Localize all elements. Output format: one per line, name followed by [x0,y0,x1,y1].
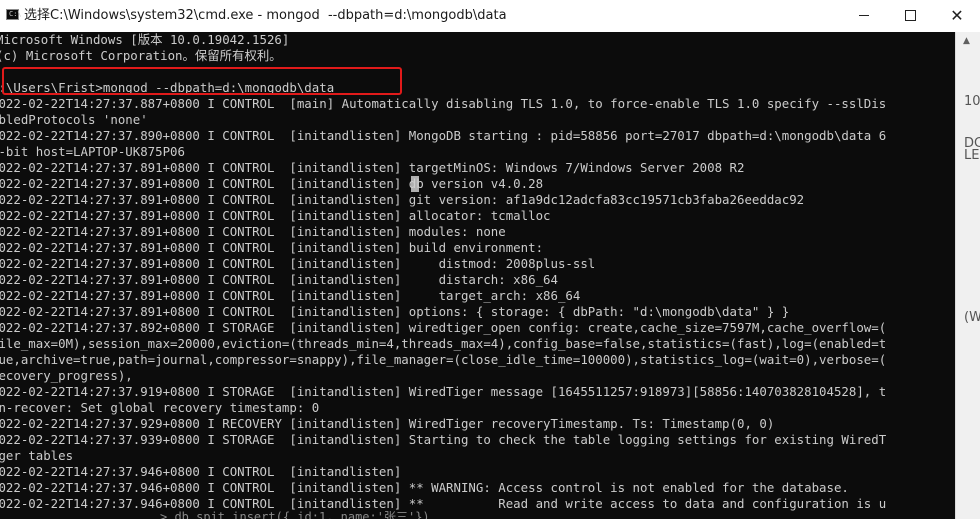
maximize-button[interactable] [887,0,933,31]
command-highlight-box [2,67,402,95]
console-line: 2022-02-22T14:27:37.946+0800 I CONTROL [… [0,480,849,495]
console-line: 2022-02-22T14:27:37.887+0800 I CONTROL [… [0,96,887,111]
console-line: 2022-02-22T14:27:37.891+0800 I CONTROL [… [0,224,506,239]
console-line: file_max=0M),session_max=20000,eviction=… [0,336,887,351]
console-line: 2022-02-22T14:27:37.891+0800 I CONTROL [… [0,176,544,191]
scrollbar-peek-label: (W [964,310,980,325]
scroll-up-arrow-icon[interactable]: ▲ [963,36,970,46]
console-line: (c) Microsoft Corporation。保留所有权利。 [0,48,282,63]
maximize-icon [904,10,916,21]
console-line: 2022-02-22T14:27:37.929+0800 I RECOVERY … [0,416,775,431]
console-line: iger tables [0,448,74,463]
console-line: rue,archive=true,path=journal,compressor… [0,352,887,367]
scrollbar-peek-label: LE [964,148,980,163]
minimize-button[interactable] [841,0,887,31]
console-line: abledProtocols 'none' [0,112,148,127]
console-line: 2022-02-22T14:27:37.939+0800 I STORAGE [… [0,432,887,447]
console-line: 2022-02-22T14:27:37.892+0800 I STORAGE [… [0,320,887,335]
close-icon: ✕ [950,5,964,25]
console-line: 4-bit host=LAPTOP-UK875P06 [0,144,185,159]
vertical-scrollbar[interactable]: ▲ 10 DC LE (W [955,32,980,519]
close-button[interactable]: ✕ [934,0,980,31]
cmd-app-icon[interactable]: C:\ [6,9,22,20]
minimize-icon [859,15,869,16]
console-line: 2022-02-22T14:27:37.891+0800 I CONTROL [… [0,272,558,287]
console-line: 2022-02-22T14:27:37.891+0800 I CONTROL [… [0,208,551,223]
scrollbar-peek-label: 10 [964,94,980,109]
console-line: 2022-02-22T14:27:37.919+0800 I STORAGE [… [0,384,887,399]
title-bar: C:\ 选择C:\Windows\system32\cmd.exe - mong… [0,0,980,33]
console-line: recovery_progress), [0,368,133,383]
console-output[interactable]: Microsoft Windows [版本 10.0.19042.1526] (c… [0,32,955,519]
text-cursor [411,176,419,192]
ghost-overlay-text: > db.spit.insert({_id:1, name:'张三'}) [160,510,430,519]
console-line: 2022-02-22T14:27:37.891+0800 I CONTROL [… [0,160,745,175]
console-line: 2022-02-22T14:27:37.891+0800 I CONTROL [… [0,304,790,319]
console-line: 2022-02-22T14:27:37.891+0800 I CONTROL [… [0,192,805,207]
console-lines: Microsoft Windows [版本 10.0.19042.1526] (c… [0,32,886,512]
window-title: 选择C:\Windows\system32\cmd.exe - mongod -… [24,8,507,23]
console-line: 2022-02-22T14:27:37.890+0800 I CONTROL [… [0,128,887,143]
console-line: 2022-02-22T14:27:37.946+0800 I CONTROL [… [0,496,887,511]
console-line: 2022-02-22T14:27:37.891+0800 I CONTROL [… [0,256,596,271]
console-line: xn-recover: Set global recovery timestam… [0,400,320,415]
console-line: Microsoft Windows [版本 10.0.19042.1526] [0,32,290,47]
console-line: 2022-02-22T14:27:37.891+0800 I CONTROL [… [0,240,544,255]
console-line: 2022-02-22T14:27:37.946+0800 I CONTROL [… [0,464,402,479]
console-line: 2022-02-22T14:27:37.891+0800 I CONTROL [… [0,288,581,303]
